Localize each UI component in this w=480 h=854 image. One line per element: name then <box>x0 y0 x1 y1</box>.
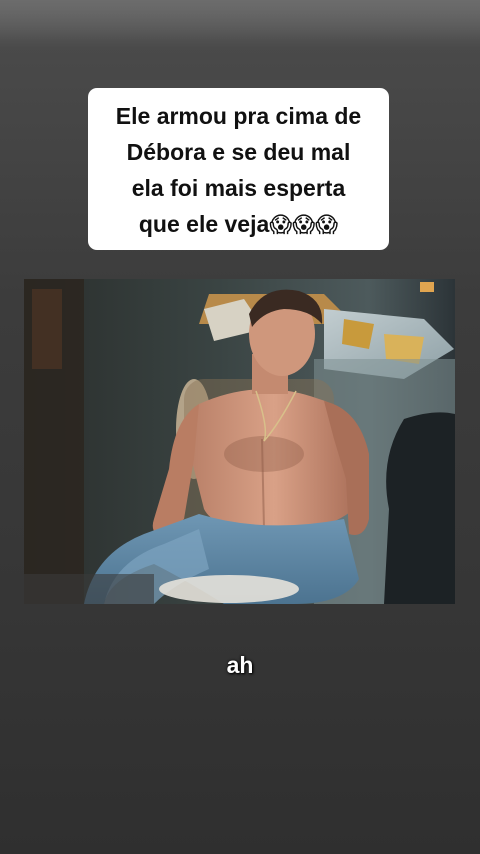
caption-line-4: que ele veja😱😱😱 <box>94 206 383 244</box>
caption-line-1: Ele armou pra cima de <box>115 103 362 129</box>
top-shade <box>0 0 480 48</box>
caption-line-4-text: que ele veja <box>138 211 270 237</box>
caption-line-2: Débora e se deu mal <box>126 139 351 165</box>
face-screaming-in-fear-icon: 😱😱😱 <box>269 213 339 238</box>
video-subtitle: ah <box>226 652 254 678</box>
story-screen: Ele armou pra cima de Débora e se deu ma… <box>0 0 480 854</box>
caption-box: Ele armou pra cima de Débora e se deu ma… <box>88 88 389 250</box>
caption-line-3: ela foi mais esperta <box>131 175 346 201</box>
video-still <box>24 279 455 604</box>
video-frame[interactable] <box>24 279 455 604</box>
